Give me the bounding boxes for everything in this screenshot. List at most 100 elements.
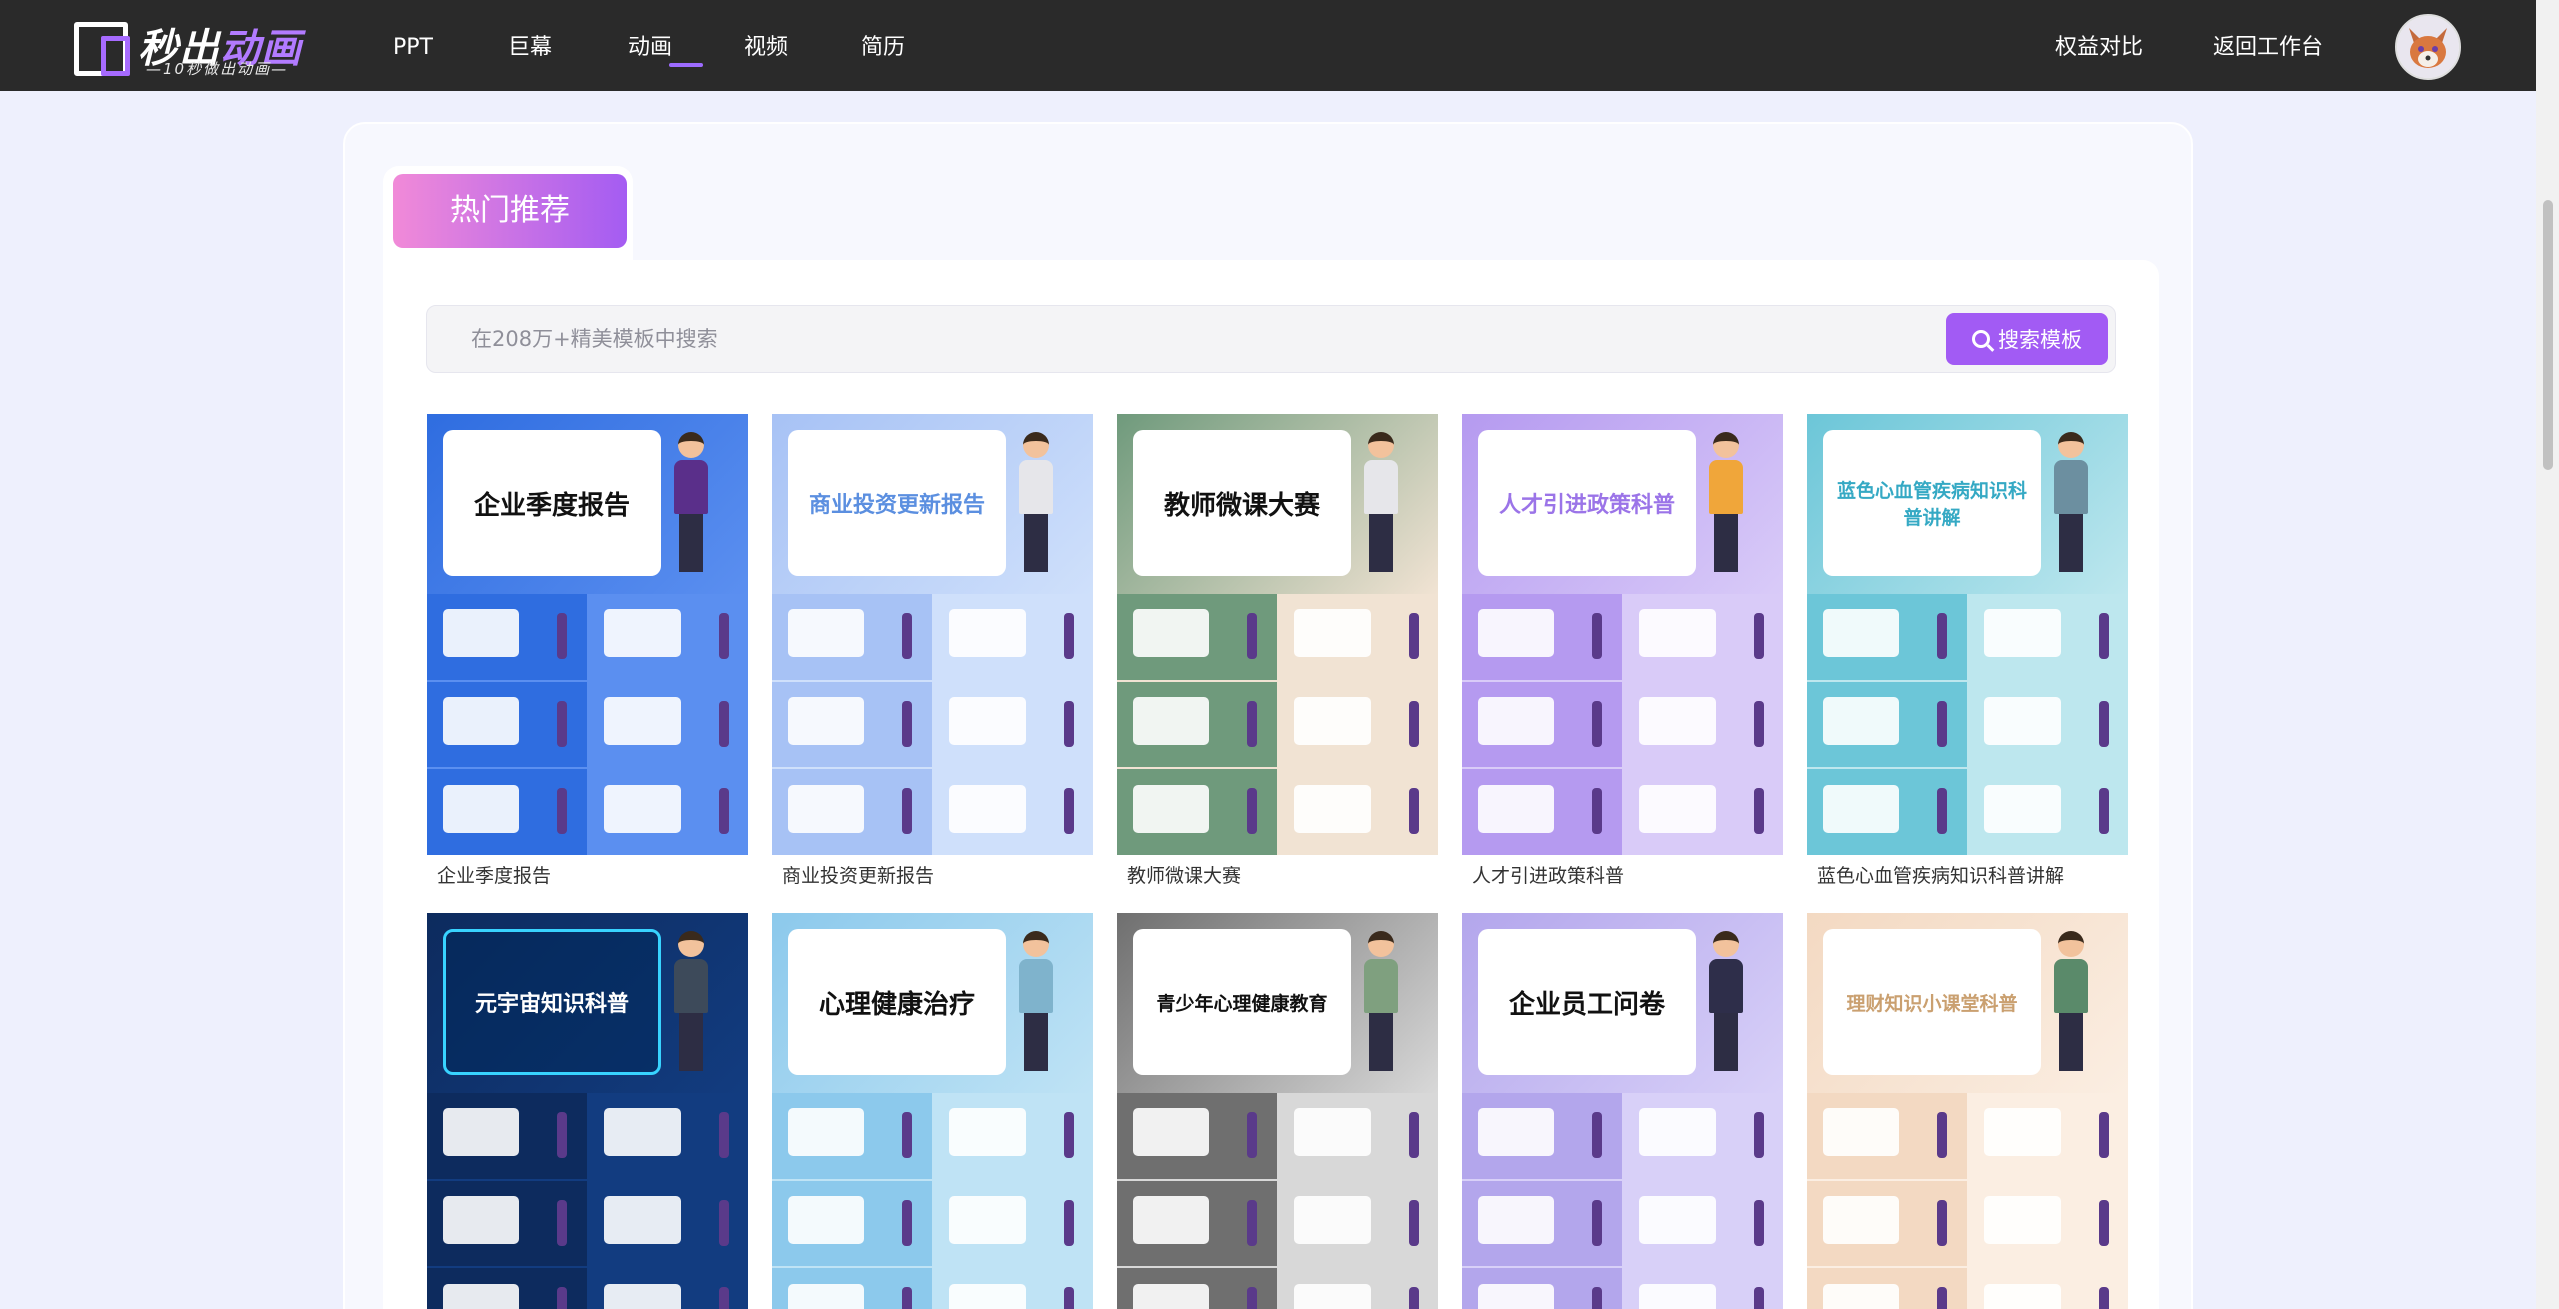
top-navigation-bar: 秒出动画 —10秒做出动画— PPT 巨幕 动画 视频 简历 权益对比 返回工作…	[0, 0, 2536, 91]
template-title: 商业投资更新报告	[782, 865, 935, 887]
cover-slide: 青少年心理健康教育	[1117, 913, 1438, 1093]
cover-slide: 心理健康治疗	[772, 913, 1093, 1093]
slide-preview	[933, 1093, 1093, 1179]
cover-slide: 元宇宙知识科普	[427, 913, 748, 1093]
slide-preview-grid	[1462, 594, 1783, 855]
slide-preview	[933, 594, 1093, 680]
search-bar: 搜索模板	[426, 305, 2116, 373]
cartoon-presenter	[1709, 931, 1743, 1081]
slide-preview	[1462, 681, 1622, 768]
slide-preview	[1117, 1268, 1277, 1309]
cover-title: 企业员工问卷	[1478, 929, 1696, 1075]
template-thumbnail: 企业员工问卷	[1462, 913, 1783, 1309]
slide-preview-grid	[1462, 1093, 1783, 1309]
slide-preview	[588, 594, 748, 680]
slide-preview	[1462, 594, 1622, 680]
slide-preview-grid	[772, 594, 1093, 855]
template-thumbnail: 蓝色心血管疾病知识科普讲解	[1807, 414, 2128, 855]
cover-slide: 商业投资更新报告	[772, 414, 1093, 594]
template-thumbnail: 心理健康治疗	[772, 913, 1093, 1309]
slide-preview	[772, 1180, 932, 1267]
cover-slide: 企业员工问卷	[1462, 913, 1783, 1093]
cartoon-presenter	[674, 931, 708, 1081]
slide-preview	[1278, 1268, 1438, 1309]
cover-slide: 教师微课大赛	[1117, 414, 1438, 594]
user-avatar[interactable]	[2395, 14, 2461, 80]
slide-preview	[1462, 1268, 1622, 1309]
slide-preview	[933, 769, 1093, 855]
cover-title: 青少年心理健康教育	[1133, 929, 1351, 1075]
cover-title: 人才引进政策科普	[1478, 430, 1696, 576]
slide-preview	[1623, 681, 1783, 768]
slide-preview	[933, 1268, 1093, 1309]
slide-preview	[588, 681, 748, 768]
slide-preview	[1117, 1093, 1277, 1179]
slide-preview	[772, 769, 932, 855]
template-thumbnail: 青少年心理健康教育	[1117, 913, 1438, 1309]
nav-item-jumu[interactable]: 巨幕	[508, 0, 628, 91]
slide-preview	[1278, 681, 1438, 768]
slide-preview	[1117, 1180, 1277, 1267]
slide-preview-grid	[427, 594, 748, 855]
slide-preview	[1278, 769, 1438, 855]
page-scrollbar[interactable]	[2536, 0, 2559, 1309]
slide-preview	[427, 681, 587, 768]
template-title: 人才引进政策科普	[1472, 865, 1625, 887]
logo[interactable]: 秒出动画 —10秒做出动画—	[74, 18, 314, 78]
template-card[interactable]: 教师微课大赛 教师微课大赛	[1117, 414, 1438, 888]
template-card[interactable]: 青少年心理健康教育	[1117, 913, 1438, 1309]
nav-item-shipin[interactable]: 视频	[744, 0, 861, 91]
template-card[interactable]: 企业季度报告 企业季度报告	[427, 414, 748, 888]
slide-preview	[1623, 769, 1783, 855]
scrollbar-thumb[interactable]	[2543, 200, 2553, 470]
slide-preview	[588, 1180, 748, 1267]
slide-preview-grid	[1117, 1093, 1438, 1309]
template-card[interactable]: 蓝色心血管疾病知识科普讲解 蓝色心血管疾病知识科普讲解	[1807, 414, 2128, 888]
cover-slide: 人才引进政策科普	[1462, 414, 1783, 594]
search-templates-button[interactable]: 搜索模板	[1946, 313, 2108, 365]
template-thumbnail: 元宇宙知识科普	[427, 913, 748, 1309]
cartoon-presenter	[2054, 432, 2088, 582]
back-to-workspace-link[interactable]: 返回工作台	[2213, 0, 2323, 91]
slide-preview	[1278, 1180, 1438, 1267]
template-card[interactable]: 商业投资更新报告 商业投资更新报告	[772, 414, 1093, 888]
slide-preview	[1968, 1180, 2128, 1267]
cover-title: 蓝色心血管疾病知识科普讲解	[1823, 430, 2041, 576]
template-card[interactable]: 心理健康治疗	[772, 913, 1093, 1309]
cartoon-presenter	[1364, 931, 1398, 1081]
template-thumbnail: 理财知识小课堂科普	[1807, 913, 2128, 1309]
slide-preview	[1117, 769, 1277, 855]
benefits-compare-link[interactable]: 权益对比	[2055, 0, 2143, 91]
slide-preview	[1623, 594, 1783, 680]
cover-title: 教师微课大赛	[1133, 430, 1351, 576]
slide-preview	[1968, 681, 2128, 768]
template-card[interactable]: 人才引进政策科普 人才引进政策科普	[1462, 414, 1783, 888]
nav-item-donghua[interactable]: 动画	[628, 0, 744, 91]
cartoon-presenter	[674, 432, 708, 582]
slide-preview	[1968, 769, 2128, 855]
template-thumbnail: 教师微课大赛	[1117, 414, 1438, 855]
slide-preview	[1462, 1180, 1622, 1267]
slide-preview	[427, 769, 587, 855]
slide-preview	[772, 1093, 932, 1179]
nav-item-jianli[interactable]: 简历	[861, 0, 961, 91]
template-card[interactable]: 理财知识小课堂科普	[1807, 913, 2128, 1309]
template-thumbnail: 企业季度报告	[427, 414, 748, 855]
cartoon-presenter	[1019, 432, 1053, 582]
tab-hot-recommend[interactable]: 热门推荐	[393, 174, 627, 248]
cartoon-presenter	[2054, 931, 2088, 1081]
slide-preview	[588, 1268, 748, 1309]
slide-preview	[588, 769, 748, 855]
slide-preview	[427, 1180, 587, 1267]
cover-title: 理财知识小课堂科普	[1823, 929, 2041, 1075]
slide-preview-grid	[772, 1093, 1093, 1309]
cartoon-presenter	[1019, 931, 1053, 1081]
template-card[interactable]: 元宇宙知识科普	[427, 913, 748, 1309]
fox-avatar-icon	[2397, 16, 2459, 78]
slide-preview	[1623, 1093, 1783, 1179]
slide-preview-grid	[1807, 1093, 2128, 1309]
template-card[interactable]: 企业员工问卷	[1462, 913, 1783, 1309]
nav-item-ppt[interactable]: PPT	[393, 0, 513, 91]
cover-slide: 蓝色心血管疾病知识科普讲解	[1807, 414, 2128, 594]
search-input[interactable]	[471, 306, 1891, 372]
